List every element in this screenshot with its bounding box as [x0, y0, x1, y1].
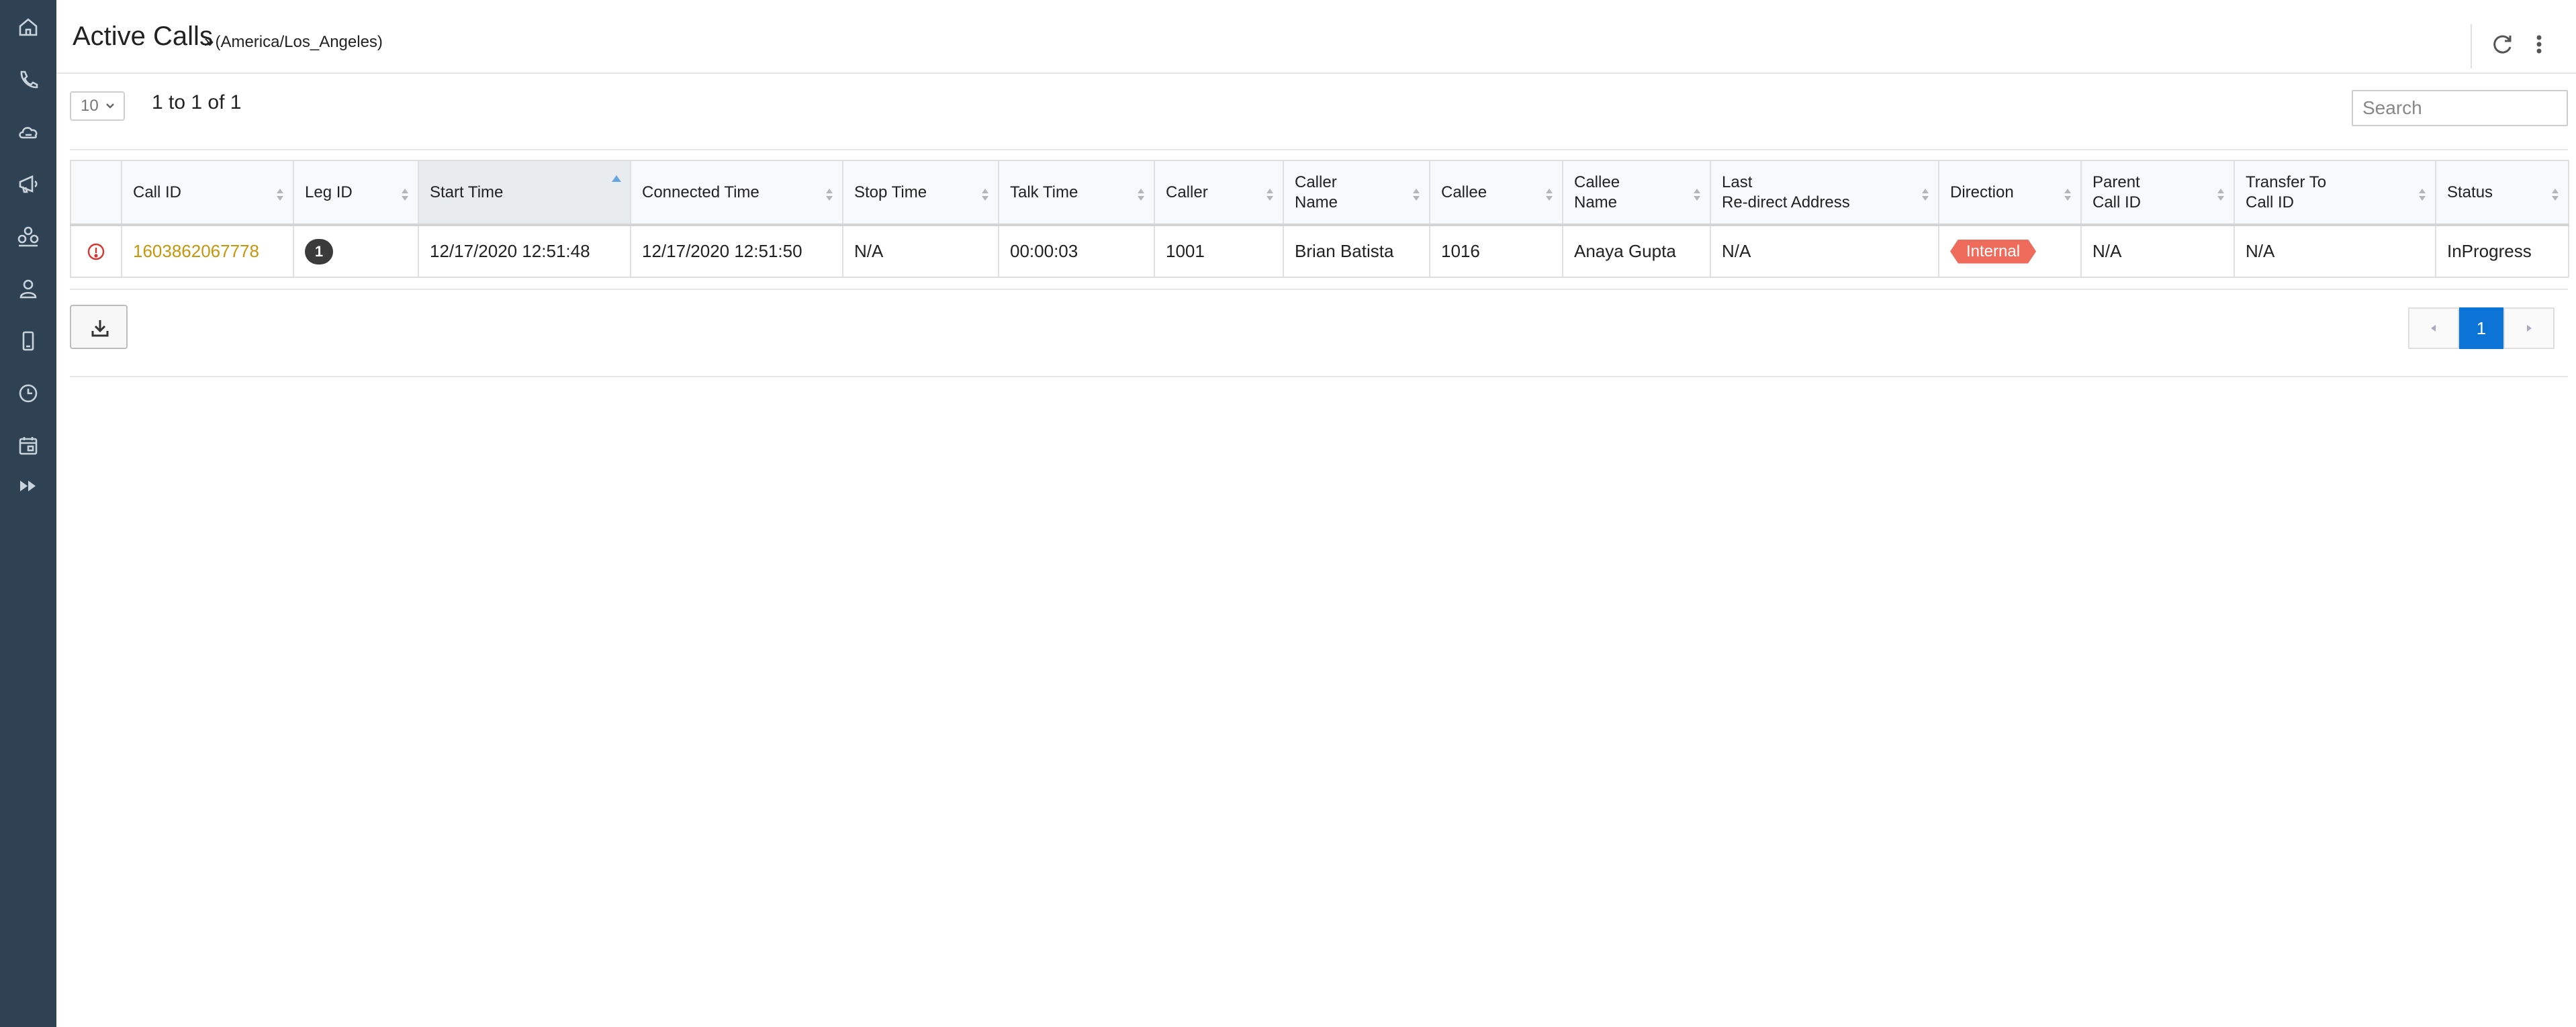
info-icon[interactable]: [87, 242, 105, 261]
cloud-icon[interactable]: [15, 118, 42, 145]
record-range: 1 to 1 of 1: [152, 91, 242, 113]
page-size-select[interactable]: 10: [70, 91, 125, 121]
column-header-parent-call-id[interactable]: Parent Call ID: [2080, 160, 2235, 226]
cell-caller-name: Brian Batista: [1283, 224, 1430, 278]
column-header-caller-name[interactable]: Caller Name: [1283, 160, 1430, 226]
main-content: Active Calls »(America/Los_Angeles) 10 1…: [56, 0, 2576, 1027]
column-header-icon: [70, 160, 122, 226]
fast-forward-icon[interactable]: [15, 473, 42, 499]
sort-icon: [1545, 187, 1554, 203]
cell-call-id: 1603862067778: [121, 224, 294, 278]
cell-parent-call-id: N/A: [2080, 224, 2235, 278]
refresh-icon[interactable]: [2487, 30, 2517, 59]
column-header-stop-time[interactable]: Stop Time: [842, 160, 999, 226]
chevron-right-icon: [2527, 325, 2532, 332]
divider: [70, 376, 2568, 377]
chevron-left-icon: [2431, 325, 2436, 332]
more-vertical-icon[interactable]: [2529, 30, 2549, 59]
column-header-caller[interactable]: Caller: [1154, 160, 1284, 226]
sort-icon: [1692, 187, 1702, 203]
sidebar: [0, 0, 56, 1027]
column-header-talk-time[interactable]: Talk Time: [998, 160, 1155, 226]
search-input[interactable]: [2352, 90, 2568, 126]
sort-icon: [1921, 187, 1930, 203]
clock-icon[interactable]: [15, 380, 42, 407]
home-icon[interactable]: [15, 13, 42, 40]
active-calls-table: Call ID Leg ID Start Time Connected Time…: [70, 160, 2569, 278]
sort-icon: [825, 187, 834, 203]
timezone-label: »(America/Los_Angeles): [204, 31, 383, 52]
column-header-callee[interactable]: Callee: [1429, 160, 1563, 226]
column-header-callee-name[interactable]: Callee Name: [1562, 160, 1711, 226]
cell-transfer-to-call-id: N/A: [2234, 224, 2436, 278]
sort-icon: [1265, 187, 1275, 203]
column-header-transfer-to-call-id[interactable]: Transfer To Call ID: [2234, 160, 2436, 226]
column-header-status[interactable]: Status: [2435, 160, 2569, 226]
cell-connected-time: 12/17/2020 12:51:50: [630, 224, 843, 278]
cell-caller: 1001: [1154, 224, 1284, 278]
sort-icon: [275, 187, 285, 203]
column-header-last-redirect[interactable]: Last Re-direct Address: [1710, 160, 1939, 226]
sort-icon: [2550, 187, 2560, 203]
column-header-start-time[interactable]: Start Time: [418, 160, 631, 226]
sort-icon: [1412, 187, 1421, 203]
phone-icon[interactable]: [15, 66, 42, 93]
leg-id-badge: 1: [305, 238, 333, 264]
sort-ascending-icon: [611, 168, 622, 182]
calendar-icon[interactable]: [15, 432, 42, 459]
user-icon[interactable]: [15, 275, 42, 302]
table-header-row: Call ID Leg ID Start Time Connected Time…: [70, 160, 2569, 226]
prev-page-button[interactable]: [2408, 307, 2459, 349]
cell-direction: Internal: [1938, 224, 2082, 278]
timezone-text: (America/Los_Angeles): [215, 33, 383, 51]
header-divider: [2471, 24, 2472, 68]
divider: [70, 289, 2568, 290]
cell-leg-id: 1: [293, 224, 419, 278]
page-size-value: 10: [81, 97, 99, 115]
cell-start-time: 12/17/2020 12:51:48: [418, 224, 631, 278]
cell-last-redirect: N/A: [1710, 224, 1939, 278]
sort-icon: [2063, 187, 2072, 203]
download-icon: [91, 320, 109, 337]
next-page-button[interactable]: [2503, 307, 2555, 349]
column-header-leg-id[interactable]: Leg ID: [293, 160, 419, 226]
chevron-double-right-icon: »: [204, 31, 214, 51]
export-button[interactable]: [70, 305, 128, 349]
page-title: Active Calls: [73, 21, 213, 51]
announcement-icon[interactable]: [15, 170, 42, 197]
page-button-current[interactable]: 1: [2459, 307, 2503, 349]
cell-stop-time: N/A: [842, 224, 999, 278]
cell-callee: 1016: [1429, 224, 1563, 278]
sort-icon: [2216, 187, 2225, 203]
call-id-link[interactable]: 1603862067778: [133, 241, 259, 261]
table-row: 1603862067778 1 12/17/2020 12:51:48 12/1…: [70, 224, 2569, 278]
cell-talk-time: 00:00:03: [998, 224, 1155, 278]
sort-icon: [980, 187, 990, 203]
column-header-connected-time[interactable]: Connected Time: [630, 160, 843, 226]
column-header-call-id[interactable]: Call ID: [121, 160, 294, 226]
sort-icon: [1136, 187, 1146, 203]
direction-badge: Internal: [1950, 240, 2036, 264]
chevron-down-icon: [106, 103, 114, 109]
group-icon[interactable]: [15, 223, 42, 250]
page-header: Active Calls »(America/Los_Angeles): [56, 0, 2576, 74]
sort-icon: [2418, 187, 2427, 203]
cell-status: InProgress: [2435, 224, 2569, 278]
column-header-direction[interactable]: Direction: [1938, 160, 2082, 226]
sort-icon: [400, 187, 410, 203]
cell-callee-name: Anaya Gupta: [1562, 224, 1711, 278]
pagination: 1: [2408, 307, 2555, 349]
mobile-icon[interactable]: [15, 328, 42, 354]
row-info-cell[interactable]: [70, 224, 122, 278]
divider: [70, 149, 2568, 150]
